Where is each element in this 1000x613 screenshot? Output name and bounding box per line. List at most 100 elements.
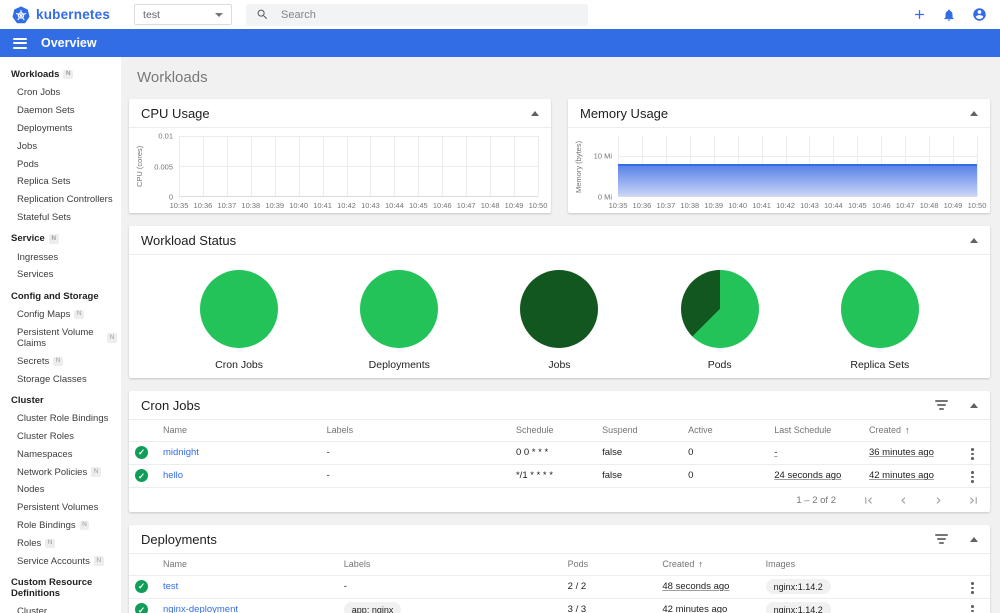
kubernetes-logo[interactable]: kubernetes [12,5,111,24]
pagination-range-label: 1 – 2 of 2 [796,494,836,506]
sidebar-item-label: Config Maps [17,309,71,321]
sidebar-item-stateful-sets[interactable]: Stateful Sets [0,208,121,226]
workload-status-pie-cron-jobs: Cron Jobs [200,270,279,371]
column-header-suspend[interactable]: Suspend [596,420,682,441]
sidebar-item-roles[interactable]: Roles N [0,534,121,552]
sidebar-item-secrets[interactable]: Secrets N [0,352,121,370]
namespaced-badge: N [63,69,74,80]
sidebar-item-ingresses[interactable]: Ingresses [0,248,121,266]
collapse-icon[interactable] [970,536,978,542]
x-tick-label: 10:40 [728,201,748,210]
add-resource-button[interactable] [910,6,928,24]
x-tick-label: 10:46 [432,201,452,210]
resource-link[interactable]: midnight [163,447,199,458]
brand-name: kubernetes [36,7,111,22]
sidebar-item-jobs[interactable]: Jobs [0,137,121,155]
column-header-created[interactable]: Created ↑ [863,420,960,441]
main-content: Workloads CPU Usage CPU (cores) 0.01 0.00… [121,57,1000,613]
sidebar-item-nodes[interactable]: Nodes [0,481,121,499]
menu-icon[interactable] [13,37,27,49]
sidebar-item-persistent-volume-claims[interactable]: Persistent Volume Claims N [0,324,121,353]
sidebar-item-network-policies[interactable]: Network Policies N [0,463,121,481]
filter-icon[interactable] [935,534,948,544]
search-input[interactable] [281,8,579,21]
sidebar-item-daemon-sets[interactable]: Daemon Sets [0,102,121,120]
row-actions-button[interactable] [966,468,979,486]
sidebar-item-cluster-role-bindings[interactable]: Cluster Role Bindings [0,410,121,428]
column-header-labels[interactable]: Labels [321,420,510,441]
sidebar-item-label: Roles [17,537,42,549]
sidebar-section-service[interactable]: Service N [0,229,121,248]
sidebar-section-custom-resource-definitions[interactable]: Custom Resource Definitions [0,573,121,603]
column-header-pods[interactable]: Pods [562,554,657,575]
memory-area-series [618,164,977,196]
column-header-name[interactable]: Name [157,554,338,575]
sidebar-section-workloads[interactable]: Workloads N [0,65,121,84]
sidebar-item-config-maps[interactable]: Config Maps N [0,306,121,324]
sidebar-item-label: Cluster Role Bindings [17,413,109,425]
sidebar-item-services[interactable]: Services [0,266,121,284]
cron-jobs-table: Name Labels Schedule Suspend Active Last Sche… [129,420,990,487]
status-success-icon: ✓ [135,446,148,459]
sidebar-item-persistent-volumes[interactable]: Persistent Volumes [0,499,121,517]
sidebar-item-storage-classes[interactable]: Storage Classes [0,370,121,388]
sidebar-item-pods[interactable]: Pods [0,155,121,173]
sidebar-item-replication-controllers[interactable]: Replication Controllers [0,191,121,209]
sidebar-item-cluster[interactable]: Cluster [0,603,121,613]
row-actions-button[interactable] [966,602,979,613]
cpu-y-axis-label: CPU (cores) [135,145,144,188]
row-actions-button[interactable] [966,579,979,597]
sidebar-item-label: Storage Classes [17,373,87,385]
pie-label: Deployments [368,359,430,371]
x-tick-label: 10:38 [241,201,261,210]
relative-time: 42 minutes ago [662,604,728,613]
column-header-created[interactable]: Created ↑ [656,554,759,575]
resource-link[interactable]: nginx-deployment [163,604,238,613]
column-header-labels[interactable]: Labels [338,554,562,575]
filter-icon[interactable] [935,400,948,410]
sidebar-item-label: Deployments [17,122,73,134]
column-header-last_schedule[interactable]: Last Schedule [768,420,863,441]
table-row: ✓ midnight -0 0 * * * false 0-36 minutes ago [129,440,990,464]
sidebar-item-replica-sets[interactable]: Replica Sets [0,173,121,191]
grid-line [514,136,516,196]
sidebar-item-label: Persistent Volumes [17,502,99,514]
next-page-icon[interactable] [932,494,945,507]
label-chip: nginx:1.14.2 [765,602,831,613]
grid-line [418,136,420,196]
cell-suspend: false [596,440,683,464]
sidebar-item-label: Ingresses [17,251,59,263]
sidebar-item-cluster-roles[interactable]: Cluster Roles [0,428,121,446]
resource-link[interactable]: test [163,581,178,592]
column-header-schedule[interactable]: Schedule [510,420,596,441]
resource-link[interactable]: hello [163,470,183,481]
previous-page-icon[interactable] [897,494,910,507]
notifications-button[interactable] [940,6,958,24]
namespace-selector[interactable]: test [134,4,233,25]
collapse-icon[interactable] [970,110,978,116]
cell-schedule: */1 * * * * [509,463,597,487]
sidebar-item-cron-jobs[interactable]: Cron Jobs [0,84,121,102]
column-header-images[interactable]: Images [760,554,960,575]
row-actions-button[interactable] [966,445,979,463]
account-button[interactable] [970,6,988,24]
grid-line [250,136,252,196]
namespaced-badge: N [107,333,117,343]
search-icon [257,9,268,20]
sidebar-item-deployments[interactable]: Deployments [0,120,121,138]
collapse-icon[interactable] [970,237,978,243]
column-header-active[interactable]: Active [682,420,768,441]
sidebar-section-config-and-storage[interactable]: Config and Storage [0,287,121,306]
column-header-name[interactable]: Name [157,420,321,441]
grid-line [466,136,468,196]
sidebar-section-cluster[interactable]: Cluster [0,391,121,410]
sidebar-item-namespaces[interactable]: Namespaces [0,446,121,464]
sidebar-item-service-accounts[interactable]: Service Accounts N [0,552,121,570]
collapse-icon[interactable] [970,402,978,408]
last-page-icon[interactable] [967,494,980,507]
first-page-icon[interactable] [862,494,875,507]
column-header-label: Labels [326,425,354,436]
cron-jobs-header: Cron Jobs [129,391,990,420]
sidebar-item-role-bindings[interactable]: Role Bindings N [0,517,121,535]
collapse-icon[interactable] [531,110,539,116]
